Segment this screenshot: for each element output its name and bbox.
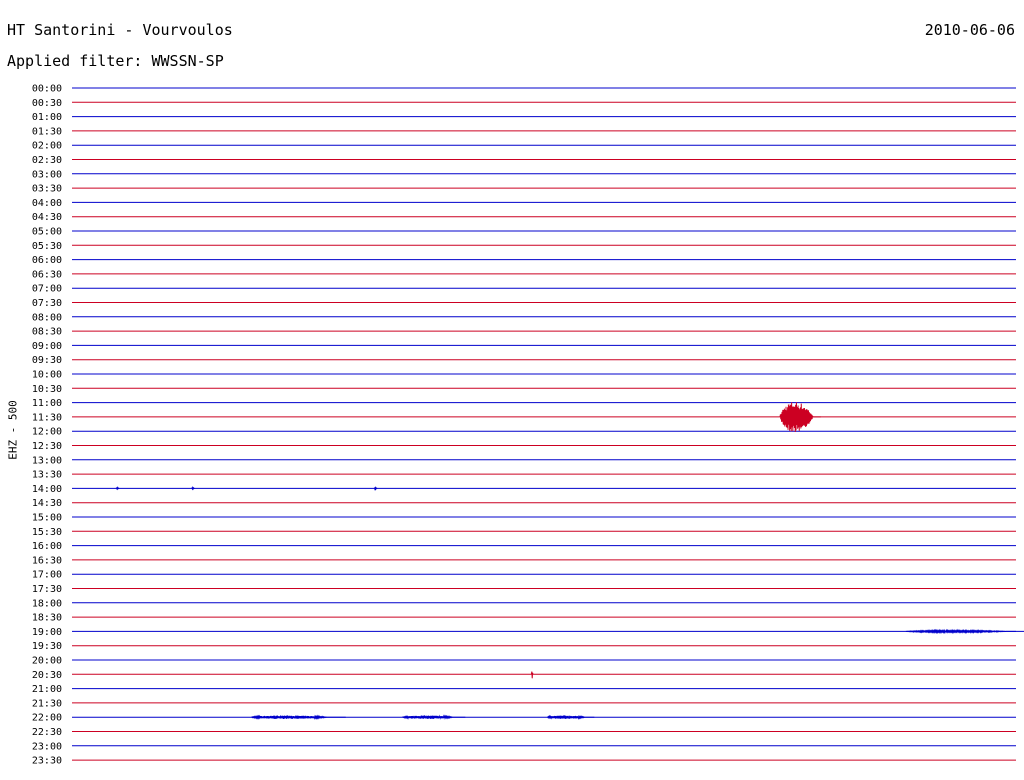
seismic-event: [779, 402, 821, 433]
helicorder-plot: 00:00 00:30 01:00 01:30 02:00 02:30 03:00 03:30…: [32, 84, 1024, 767]
time-tick-label: 01:30: [32, 126, 62, 137]
time-tick-label: 16:00: [32, 541, 62, 552]
time-tick-label: 15:30: [32, 527, 62, 538]
time-tick-label: 20:00: [32, 656, 62, 667]
time-tick-label: 11:30: [32, 412, 62, 423]
seismic-event: [251, 714, 346, 720]
time-tick-label: 16:30: [32, 555, 62, 566]
seismic-event: [373, 486, 378, 491]
time-tick-label: 00:30: [32, 98, 62, 109]
time-tick-label: 11:00: [32, 398, 62, 409]
time-tick-label: 23:00: [32, 741, 62, 752]
time-tick-label: 23:30: [32, 756, 62, 767]
time-tick-label: 01:00: [32, 112, 62, 123]
time-tick-label: 03:30: [32, 184, 62, 195]
time-tick-label: 21:30: [32, 698, 62, 709]
time-tick-label: 13:00: [32, 455, 62, 466]
seismic-event: [115, 486, 120, 491]
time-tick-label: 00:00: [32, 84, 62, 95]
time-tick-label: 07:30: [32, 298, 62, 309]
time-tick-label: 09:00: [32, 341, 62, 352]
time-tick-label: 10:30: [32, 384, 62, 395]
seismic-event: [546, 714, 595, 720]
time-tick-label: 04:00: [32, 198, 62, 209]
time-tick-label: 21:00: [32, 684, 62, 695]
time-tick-label: 19:00: [32, 627, 62, 638]
time-tick-label: 18:30: [32, 613, 62, 624]
time-tick-label: 14:00: [32, 484, 62, 495]
time-tick-label: 17:00: [32, 570, 62, 581]
time-tick-label: 12:00: [32, 427, 62, 438]
time-tick-label: 04:30: [32, 212, 62, 223]
time-tick-label: 05:30: [32, 241, 62, 252]
time-tick-label: 17:30: [32, 584, 62, 595]
time-tick-label: 18:00: [32, 598, 62, 609]
seismic-event: [402, 714, 466, 720]
time-tick-label: 14:30: [32, 498, 62, 509]
time-tick-label: 05:00: [32, 227, 62, 238]
time-tick-label: 09:30: [32, 355, 62, 366]
time-tick-label: 12:30: [32, 441, 62, 452]
time-tick-label: 03:00: [32, 169, 62, 180]
time-tick-label: 06:00: [32, 255, 62, 266]
seismic-event: [191, 485, 195, 491]
seismic-event: [530, 671, 534, 679]
time-tick-label: 13:30: [32, 470, 62, 481]
time-tick-label: 08:30: [32, 327, 62, 338]
time-tick-label: 10:00: [32, 370, 62, 381]
time-tick-label: 19:30: [32, 641, 62, 652]
time-tick-label: 22:30: [32, 727, 62, 738]
time-tick-label: 08:00: [32, 312, 62, 323]
time-tick-label: 02:30: [32, 155, 62, 166]
time-tick-label: 20:30: [32, 670, 62, 681]
time-tick-label: 22:00: [32, 713, 62, 724]
time-tick-label: 02:00: [32, 141, 62, 152]
time-tick-label: 06:30: [32, 269, 62, 280]
time-tick-label: 15:00: [32, 513, 62, 524]
time-tick-label: 07:00: [32, 284, 62, 295]
seismic-event: [905, 628, 1024, 635]
